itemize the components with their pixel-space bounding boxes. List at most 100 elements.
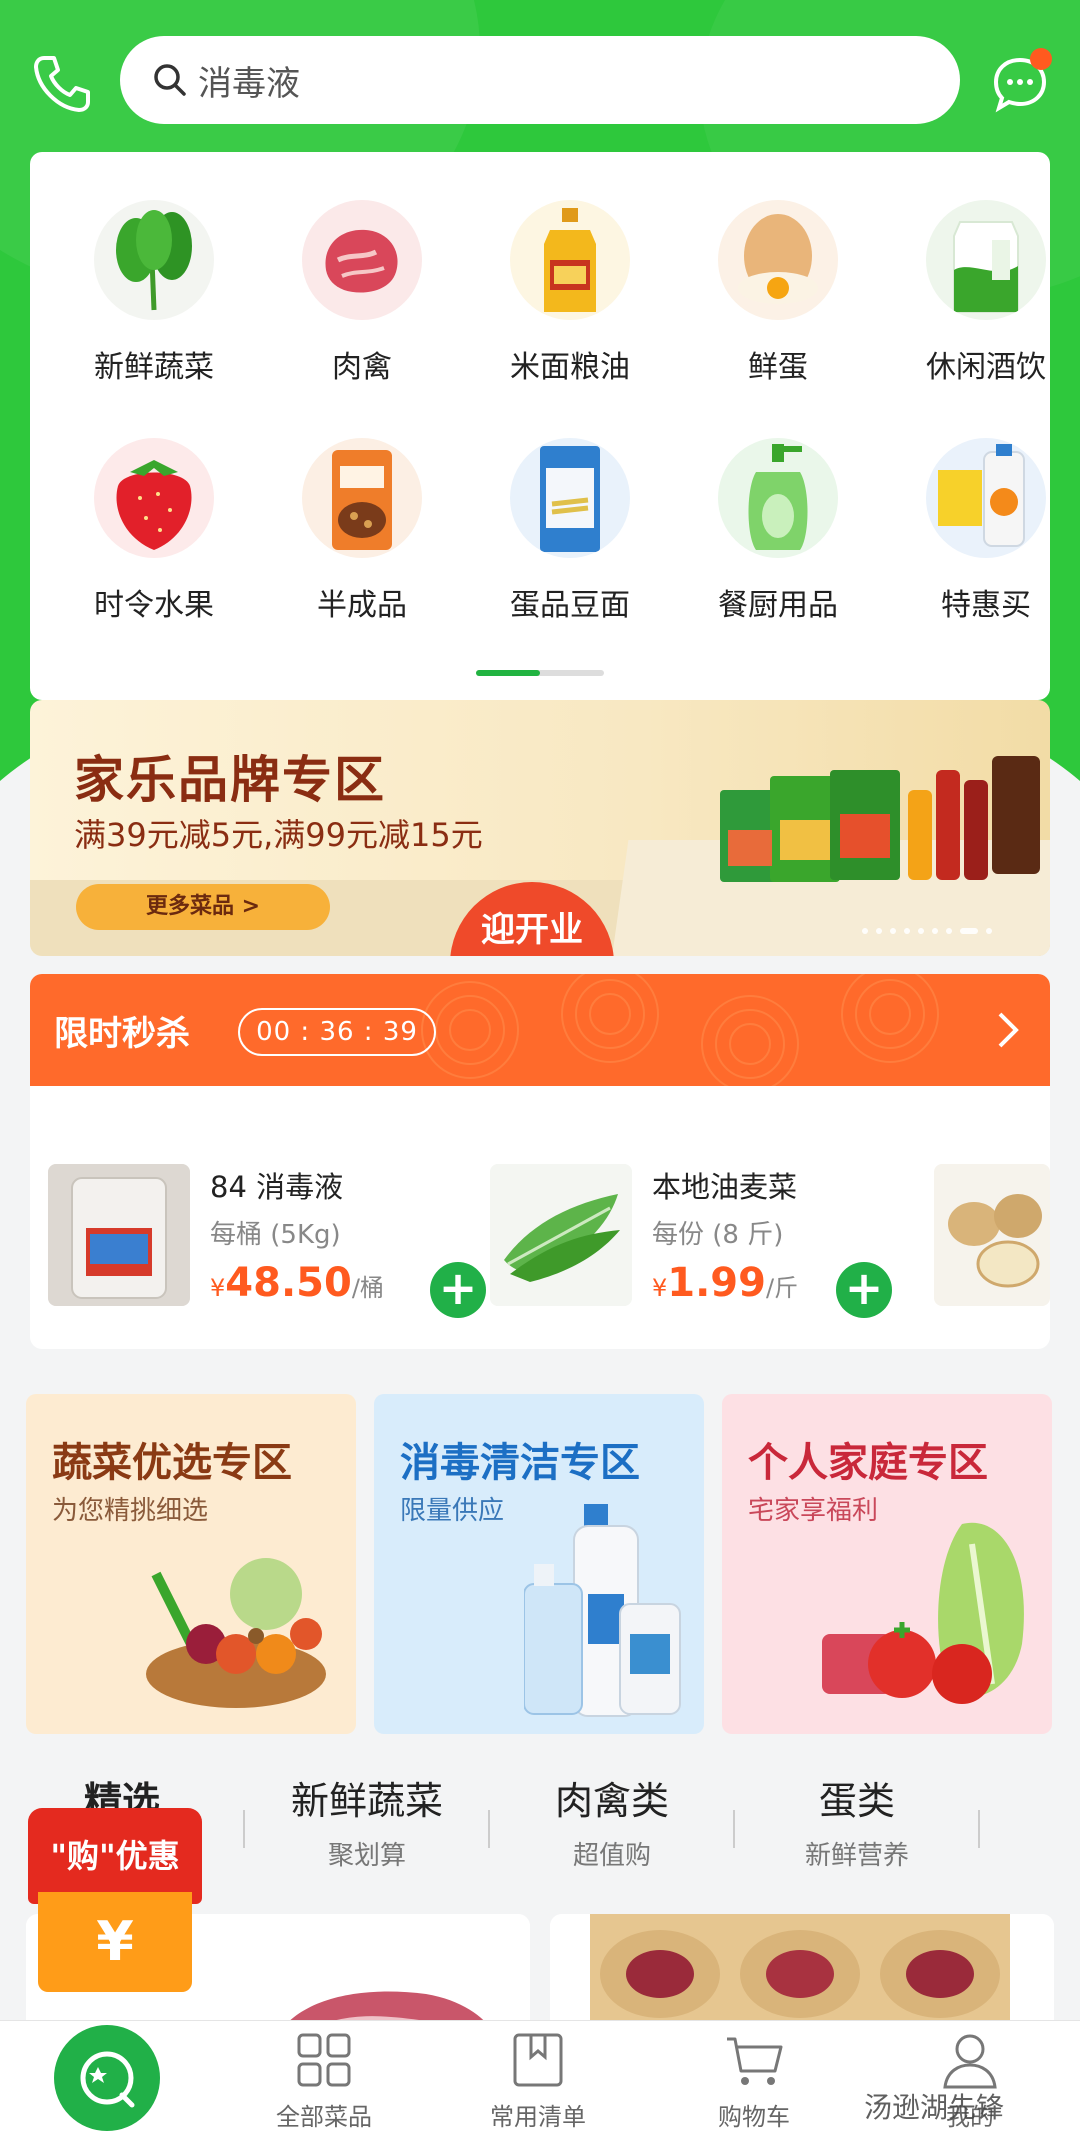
disinfectant-bottles-image (524, 1504, 681, 1717)
category-fruit[interactable]: 时令水果 (54, 438, 254, 624)
bookmark-icon (513, 2033, 563, 2087)
category-prepared[interactable]: 半成品 (262, 438, 462, 624)
countdown-timer: 00 : 36 : 39 (238, 1008, 436, 1056)
category-label: 餐厨用品 (718, 588, 838, 623)
oil-icon (510, 200, 630, 320)
home-logo-icon (80, 2051, 135, 2108)
add-to-cart-button[interactable]: + (430, 1262, 486, 1318)
product-unit: 每桶 (5Kg) (210, 1220, 341, 1250)
search-placeholder: 消毒液 (198, 63, 300, 104)
zone-title: 个人家庭专区 (748, 1440, 988, 1486)
banner-title: 家乐品牌专区 (74, 751, 386, 809)
search-icon (154, 64, 186, 96)
tab-vegetables[interactable]: 新鲜蔬菜 聚划算 (247, 1770, 487, 1872)
meat-icon (302, 200, 422, 320)
nav-common-list[interactable]: 常用清单 (458, 2029, 618, 2132)
category-kitchen[interactable]: 餐厨用品 (678, 438, 878, 624)
more-dishes-button[interactable]: 更多菜品 > (76, 884, 330, 930)
vegetable-basket-image (146, 1558, 326, 1708)
category-special-deal[interactable]: 特惠买 (886, 438, 1080, 624)
coupon-yen-symbol: ¥ (38, 1892, 192, 1992)
category-meat[interactable]: 肉禽 (262, 200, 462, 386)
zone-vegetables[interactable]: 蔬菜优选专区 为您精挑细选 (26, 1394, 356, 1734)
flash-product-1[interactable]: 84 消毒液 每桶 (5Kg) ¥48.50/桶 + (48, 1164, 486, 1318)
detergent-icon (926, 438, 1046, 558)
category-drinks[interactable]: 休闲酒饮 (886, 200, 1080, 386)
grid-icon (297, 2033, 351, 2087)
product-price: ¥48.50/桶 (210, 1260, 384, 1306)
tab-eggs[interactable]: 蛋类 新鲜营养 (737, 1770, 977, 1872)
banner-carousel-dots (862, 928, 992, 934)
product-unit: 每份 (8 斤) (652, 1220, 784, 1250)
zone-title: 蔬菜优选专区 (52, 1440, 292, 1486)
search-input[interactable]: 消毒液 (120, 36, 960, 124)
coupon-float-button[interactable]: "购"优惠 ¥ (28, 1808, 202, 1996)
category-label: 米面粮油 (510, 350, 630, 385)
product-price: ¥1.99/斤 (652, 1260, 799, 1306)
add-to-cart-button[interactable]: + (836, 1262, 892, 1318)
category-label: 休闲酒饮 (926, 350, 1046, 385)
user-icon (943, 2034, 997, 2089)
page-indicator (476, 670, 604, 676)
product-image (48, 1164, 190, 1306)
category-label: 特惠买 (941, 588, 1031, 623)
zone-title: 消毒清洁专区 (400, 1440, 640, 1486)
zone-subtitle: 限量供应 (400, 1496, 505, 1526)
watermark: 汤逊湖先锋 (864, 2091, 1005, 2124)
unread-badge (1030, 48, 1052, 70)
tab-label: 新鲜蔬菜 (290, 1779, 443, 1823)
promo-banner[interactable]: 家乐品牌专区 满39元减5元,满99元减15元 更多菜品 > 迎开业 (30, 700, 1050, 956)
category-grain-oil[interactable]: 米面粮油 (470, 200, 670, 386)
coupon-title: "购"优惠 (28, 1808, 202, 1904)
category-vegetable[interactable]: 新鲜蔬菜 (54, 200, 254, 386)
category-label: 蛋品豆面 (510, 588, 630, 623)
category-label: 时令水果 (94, 588, 214, 623)
cart-icon (727, 2037, 783, 2085)
nav-all-dishes[interactable]: 全部菜品 (244, 2029, 404, 2132)
flash-sale-title: 限时秒杀 (54, 1014, 190, 1054)
dish-soap-icon (718, 438, 838, 558)
category-label: 新鲜蔬菜 (94, 350, 214, 385)
product-bundle-image (720, 756, 1040, 882)
tab-meat[interactable]: 肉禽类 超值购 (492, 1770, 732, 1872)
product-name: 本地油麦菜 (652, 1170, 798, 1204)
home-button[interactable] (54, 2025, 160, 2131)
flash-product-3[interactable] (934, 1164, 1050, 1314)
tab-label: 肉禽类 (554, 1779, 669, 1823)
category-label: 鲜蛋 (748, 350, 808, 385)
category-grid: 新鲜蔬菜 肉禽 米面粮油 鲜蛋 休闲酒饮 时令水果 半成品 蛋品豆面 餐厨用品 … (30, 152, 1050, 700)
tab-label: 蛋类 (818, 1779, 895, 1823)
category-egg[interactable]: 鲜蛋 (678, 200, 878, 386)
banner-subtitle: 满39元减5元,满99元减15元 (74, 816, 483, 854)
category-label: 半成品 (317, 588, 407, 623)
nav-label: 购物车 (718, 2103, 790, 2131)
strawberry-icon (94, 438, 214, 558)
flash-product-2[interactable]: 本地油麦菜 每份 (8 斤) ¥1.99/斤 + (490, 1164, 920, 1318)
zone-family[interactable]: 个人家庭专区 宅家享福利 (722, 1394, 1052, 1734)
zone-subtitle: 为您精挑细选 (52, 1496, 209, 1526)
product-image (490, 1164, 632, 1306)
category-label: 肉禽 (332, 350, 392, 385)
phone-icon[interactable] (30, 52, 94, 116)
flash-sale-header[interactable]: 限时秒杀 00 : 36 : 39 (30, 974, 1050, 1086)
product-name: 84 消毒液 (210, 1170, 344, 1204)
zone-disinfection[interactable]: 消毒清洁专区 限量供应 (374, 1394, 704, 1734)
family-groceries-image (822, 1522, 1024, 1704)
category-noodles[interactable]: 蛋品豆面 (470, 438, 670, 624)
product-image (934, 1164, 1050, 1306)
nav-label: 常用清单 (490, 2103, 586, 2131)
nav-cart[interactable]: 购物车 (674, 2029, 834, 2132)
top-bar: 消毒液 (0, 30, 1080, 130)
nav-label: 全部菜品 (276, 2103, 372, 2131)
milk-icon (926, 200, 1046, 320)
tab-sublabel: 超值购 (572, 1841, 651, 1871)
prepared-food-icon (302, 438, 422, 558)
vegetable-icon (94, 200, 214, 320)
noodle-icon (510, 438, 630, 558)
tab-sublabel: 聚划算 (327, 1841, 406, 1871)
tab-sublabel: 新鲜营养 (804, 1841, 909, 1871)
chevron-right-icon[interactable] (988, 1008, 1028, 1052)
message-icon[interactable] (990, 48, 1052, 114)
flash-sale-section: 限时秒杀 00 : 36 : 39 84 消毒液 每桶 (5Kg) ¥48.50… (30, 974, 1050, 1349)
egg-icon (718, 200, 838, 320)
